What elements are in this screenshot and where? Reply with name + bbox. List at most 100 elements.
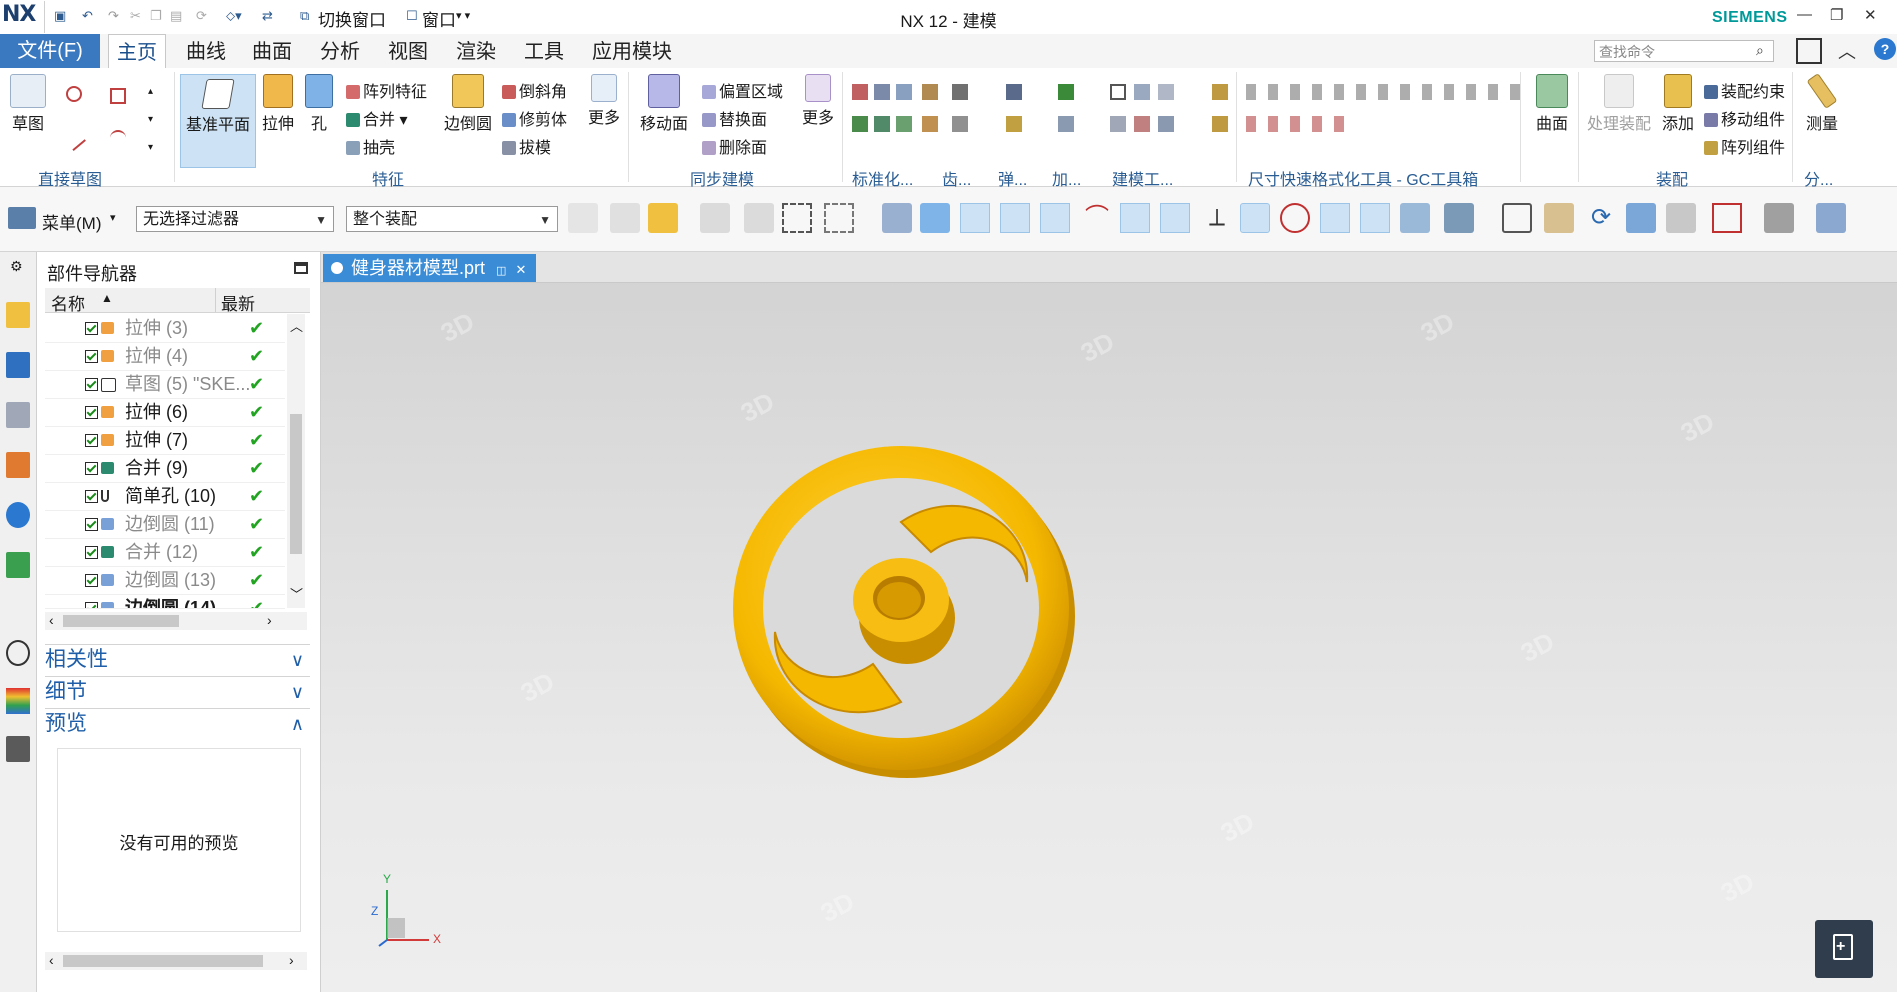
tab-tools[interactable]: 工具 — [516, 34, 572, 68]
snap-arc-icon[interactable]: ⌒ — [1082, 203, 1112, 233]
tab-surface[interactable]: 曲面 — [244, 34, 300, 68]
dim-format-icons-row[interactable] — [1246, 116, 1346, 132]
table-row[interactable]: 拉伸 (6) ✔ — [45, 398, 285, 427]
switch-window-button[interactable]: 切换窗口 — [318, 6, 386, 31]
work-layer-icon[interactable] — [1816, 203, 1846, 233]
checkbox[interactable] — [85, 602, 98, 608]
snap-center-icon[interactable] — [1240, 203, 1270, 233]
select-face-icon[interactable] — [920, 203, 950, 233]
render-style-icon[interactable] — [1764, 203, 1794, 233]
roles-icon[interactable] — [6, 736, 30, 762]
tool-icon[interactable] — [922, 116, 938, 132]
horizontal-scrollbar[interactable]: ‹ › — [45, 612, 307, 630]
scroll-right-icon[interactable]: › — [267, 612, 272, 628]
assembly-navigator-icon[interactable] — [6, 302, 30, 328]
table-row[interactable]: 合并 (12) ✔ — [45, 538, 285, 567]
palette-icon[interactable] — [6, 688, 30, 714]
snap-endpoint-icon[interactable] — [960, 203, 990, 233]
tool-icon[interactable] — [874, 84, 890, 100]
scroll-left-icon[interactable]: ‹ — [49, 612, 54, 628]
window-menu-button[interactable]: 窗口 — [422, 6, 456, 31]
snap-tangent-icon[interactable]: ⟂ — [1202, 203, 1232, 233]
redo-icon[interactable]: ↷ — [108, 8, 119, 24]
tool-icon[interactable] — [896, 116, 912, 132]
tab-render[interactable]: 渲染 — [448, 34, 504, 68]
column-latest[interactable]: 最新 — [221, 290, 255, 315]
add-component-button[interactable]: 添加 — [1658, 74, 1698, 134]
machining-icon[interactable] — [1058, 116, 1074, 132]
move-face-button[interactable]: 移动面 — [636, 74, 692, 134]
checkbox[interactable] — [85, 322, 98, 335]
document-tab[interactable]: 健身器材模型.prt ◫ ✕ — [323, 254, 537, 282]
table-row[interactable]: 拉伸 (3) ✔ — [45, 314, 285, 343]
checkbox[interactable] — [85, 406, 98, 419]
shell-button[interactable]: 抽壳 — [346, 134, 395, 158]
paste-icon[interactable]: ▤ — [170, 8, 182, 24]
tool-icon[interactable] — [874, 116, 890, 132]
process-assembly-button[interactable]: 处理装配 — [1582, 74, 1656, 134]
table-row[interactable]: 草图 (5) "SKE... ✔ — [45, 370, 285, 399]
vertical-scrollbar[interactable]: ︿ ﹀ — [287, 314, 305, 608]
assembly-constraints-button[interactable]: 装配约束 — [1704, 78, 1785, 102]
view-icon[interactable] — [1666, 203, 1696, 233]
tab-curve[interactable]: 曲线 — [178, 34, 234, 68]
chamfer-button[interactable]: 倒斜角 — [502, 78, 567, 102]
search-icon[interactable]: ⌕ — [1756, 42, 1764, 59]
snap-on-curve-icon[interactable] — [1360, 203, 1390, 233]
chevron-down-icon[interactable]: ∨ — [291, 677, 304, 707]
tool-icon[interactable] — [896, 84, 912, 100]
column-name[interactable]: 名称 — [51, 290, 85, 315]
checkbox[interactable] — [85, 434, 98, 447]
checkbox[interactable] — [85, 546, 98, 559]
tab-analysis[interactable]: 分析 — [312, 34, 368, 68]
line-icon[interactable] — [62, 126, 86, 152]
checkbox[interactable] — [85, 490, 98, 503]
rotate-icon[interactable]: ⟳ — [1586, 203, 1616, 233]
snap-on-surface-icon[interactable] — [1400, 203, 1430, 233]
unite-button[interactable]: 合并 ▾ — [346, 106, 408, 130]
modeling-tool-icon[interactable] — [1110, 84, 1126, 100]
fit-icon[interactable] — [1712, 203, 1742, 233]
filter-icon[interactable] — [568, 203, 598, 233]
pattern-feature-button[interactable]: 阵列特征 — [346, 78, 427, 102]
tool-icon[interactable] — [922, 84, 938, 100]
constraint-navigator-icon[interactable] — [6, 352, 30, 378]
snap-intersection-icon[interactable] — [1320, 203, 1350, 233]
select-icon[interactable] — [700, 203, 730, 233]
maximize-icon[interactable] — [294, 262, 308, 274]
command-search-input[interactable]: 查找命令 — [1594, 40, 1774, 62]
machining-icon[interactable] — [1058, 84, 1074, 100]
select-body-icon[interactable] — [882, 203, 912, 233]
table-row[interactable]: 拉伸 (7) ✔ — [45, 426, 285, 455]
chevron-up-icon[interactable]: ∧ — [291, 709, 304, 739]
rectangle-icon[interactable] — [110, 88, 126, 104]
chevron-down-icon[interactable]: ▾ — [148, 114, 153, 125]
sort-ascending-icon[interactable]: ▲ — [101, 291, 113, 305]
window-menu-chevron-icon[interactable]: ▾ ▾ — [456, 9, 470, 22]
pan-icon[interactable] — [1544, 203, 1574, 233]
extrude-button[interactable]: 拉伸 — [258, 74, 298, 134]
snap-spline-icon[interactable] — [1160, 203, 1190, 233]
table-row[interactable]: 边倒圆 (11) ✔ — [45, 510, 285, 539]
scrollbar-thumb[interactable] — [290, 414, 302, 554]
gear-icon[interactable] — [952, 116, 968, 132]
dependencies-section[interactable]: 相关性 ∨ — [45, 644, 310, 675]
checkbox[interactable] — [85, 378, 98, 391]
checkbox[interactable] — [85, 574, 98, 587]
part-navigator-icon[interactable] — [6, 402, 30, 428]
scroll-right-icon[interactable]: › — [289, 952, 294, 968]
dim-format-icons-row[interactable] — [1246, 84, 1532, 100]
more-icon[interactable]: ▾ — [148, 142, 153, 153]
checkbox[interactable] — [85, 462, 98, 475]
fullscreen-icon[interactable] — [1796, 38, 1822, 64]
more-features-button[interactable]: 更多 — [584, 74, 624, 128]
scrollbar-thumb[interactable] — [63, 615, 179, 627]
checkbox[interactable] — [85, 350, 98, 363]
hole-button[interactable]: 孔 — [302, 74, 336, 134]
offset-region-button[interactable]: 偏置区域 — [702, 78, 783, 102]
undo-icon[interactable]: ↶ — [82, 8, 93, 24]
draft-button[interactable]: 拔模 — [502, 134, 551, 158]
tool-icon[interactable] — [852, 84, 868, 100]
measure-button[interactable]: 测量 — [1800, 73, 1844, 134]
copy-icon[interactable]: ❐ — [150, 8, 162, 24]
